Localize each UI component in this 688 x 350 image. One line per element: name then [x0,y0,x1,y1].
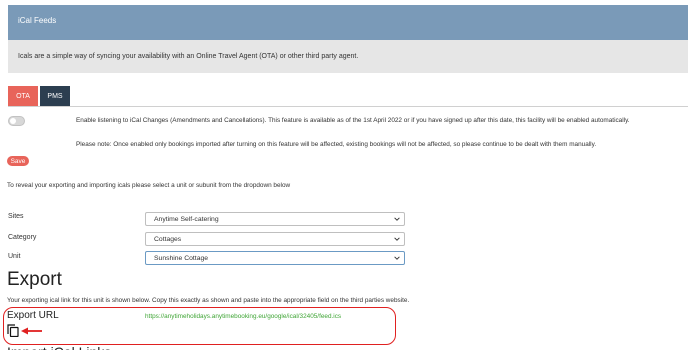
page-header: iCal Feeds [8,5,688,40]
tab-divider [8,106,688,107]
export-url-link[interactable]: https://anytimeholidays.anytimebooking.e… [145,313,341,320]
sites-value: Anytime Self-catering [154,216,219,223]
info-text: Icals are a simple way of syncing your a… [18,53,359,60]
unit-label: Unit [8,253,21,260]
ical-listening-toggle[interactable] [8,116,25,126]
category-select[interactable]: Cottages [145,232,405,246]
chevron-down-icon [394,237,400,241]
chevron-down-icon [394,256,400,260]
info-banner: Icals are a simple way of syncing your a… [8,40,688,73]
export-heading: Export [7,269,62,290]
import-heading: Import iCal Links [7,345,111,350]
category-label: Category [8,234,37,241]
enable-description: Enable listening to iCal Changes (Amendm… [76,117,630,124]
tab-ota[interactable]: OTA [8,86,38,106]
reveal-instructions: To reveal your exporting and importing i… [7,182,291,189]
category-value: Cottages [154,236,182,243]
unit-select[interactable]: Sunshine Cottage [145,251,405,265]
copy-icon[interactable] [7,324,19,337]
page-title: iCal Feeds [18,16,57,25]
chevron-down-icon [394,217,400,221]
sites-label: Sites [8,213,24,220]
arrow-left-icon [21,327,42,335]
sites-select[interactable]: Anytime Self-catering [145,212,405,226]
save-button[interactable]: Save [7,156,29,166]
unit-value: Sunshine Cottage [154,255,209,262]
tab-bar: OTA PMS [8,86,70,106]
export-url-label: Export URL [7,310,59,321]
note-description: Please note: Once enabled only bookings … [76,141,597,148]
tab-pms[interactable]: PMS [40,86,70,106]
export-description: Your exporting ical link for this unit i… [7,297,410,304]
